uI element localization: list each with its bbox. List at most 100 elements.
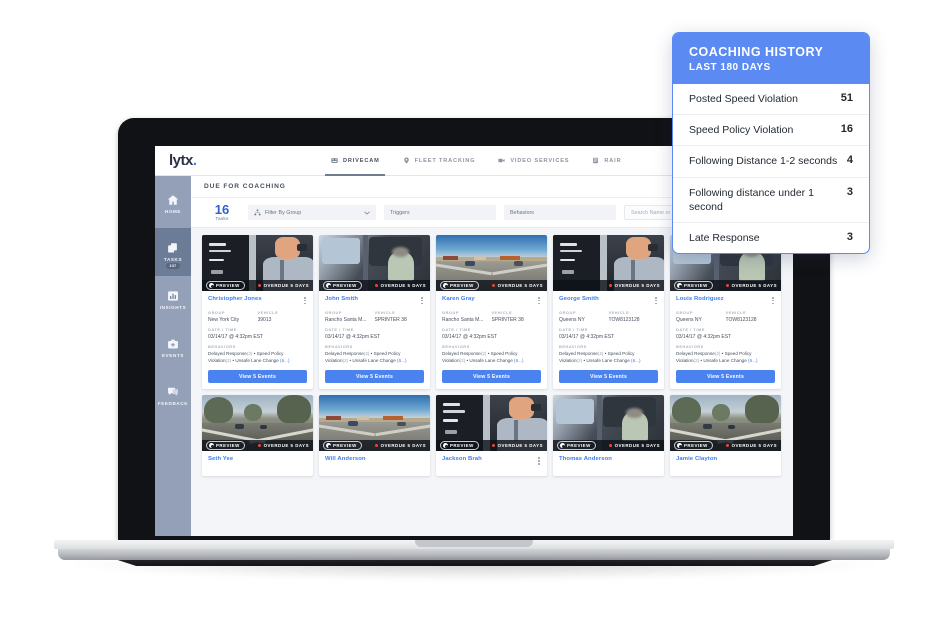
event-thumbnail[interactable]: OVERDUE 5 DAYS xyxy=(553,235,664,291)
page-title: DUE FOR COACHING xyxy=(204,183,286,190)
play-icon xyxy=(443,283,448,288)
view-events-button[interactable]: View 5 Events xyxy=(208,370,307,384)
play-icon xyxy=(443,443,448,449)
coaching-card[interactable]: PREVIEW OVERDUE 5 DAYS John Smith GROUP Ranc… xyxy=(319,235,430,390)
cards-scroll-region[interactable]: PREVIEW OVERDUE 5 DAYS Christopher Jones GR… xyxy=(191,228,793,536)
sidebar-item-feedback[interactable]: FEEDBACK xyxy=(155,372,191,420)
sidebar-item-tasks[interactable]: TASKS 237 xyxy=(155,228,191,276)
nav-item-fleet-tracking[interactable]: FLEET TRACKING xyxy=(391,146,487,176)
driver-name-link[interactable]: Will Anderson xyxy=(325,456,366,462)
driver-name-link[interactable]: Jamie Clayton xyxy=(676,456,717,462)
preview-button[interactable]: PREVIEW xyxy=(206,281,245,290)
card-menu-icon[interactable] xyxy=(420,296,424,305)
sidebar-item-home[interactable]: HOME xyxy=(155,180,191,228)
triggers-filter-label: Triggers xyxy=(390,209,410,216)
card-menu-icon[interactable] xyxy=(537,296,541,305)
coaching-card[interactable]: PREVIEW OVERDUE 5 DAYS Louis Rodriguez GROU… xyxy=(670,235,781,390)
event-thumbnail[interactable]: PREVIEW OVERDUE 5 DAYS xyxy=(202,235,313,291)
violation-count: 16 xyxy=(840,123,853,136)
view-events-button[interactable]: View 5 Events xyxy=(676,370,775,384)
overdue-label: OVERDUE 5 DAYS xyxy=(731,443,777,449)
preview-button[interactable]: PREVIEW xyxy=(206,441,245,451)
event-thumbnail[interactable]: PREVIEW OVERDUE 5 DAYS xyxy=(553,395,664,452)
sidebar-item-insights[interactable]: INSIGHTS xyxy=(155,276,191,324)
behaviors-label: BEHAVIORS xyxy=(208,344,236,350)
preview-button[interactable]: PREVIEW xyxy=(440,281,479,290)
preview-button[interactable]: PREVIEW xyxy=(674,441,713,451)
violation-label: Late Response xyxy=(689,231,760,244)
violation-label: Speed Policy Violation xyxy=(689,124,794,137)
event-thumbnail[interactable]: PREVIEW OVERDUE 5 DAYS xyxy=(319,395,430,452)
coaching-card[interactable]: PREVIEW OVERDUE 5 DAYS Will Anderson xyxy=(319,395,430,476)
event-thumbnail[interactable]: PREVIEW OVERDUE 5 DAYS xyxy=(436,235,547,291)
overdue-badge: OVERDUE 5 DAYS xyxy=(492,283,543,288)
event-thumbnail[interactable]: PREVIEW OVERDUE 5 DAYS xyxy=(202,395,313,452)
behaviors-label: BEHAVIORS xyxy=(676,344,704,350)
coaching-card[interactable]: OVERDUE 5 DAYS George Smith GROUP Queens NY… xyxy=(553,235,664,390)
card-menu-icon[interactable] xyxy=(654,296,658,305)
preview-button[interactable]: PREVIEW xyxy=(440,441,479,451)
coaching-card[interactable]: PREVIEW OVERDUE 5 DAYS Thomas Anderson xyxy=(553,395,664,476)
coaching-card[interactable]: PREVIEW OVERDUE 5 DAYS Karen Gray GROUP Ranc… xyxy=(436,235,547,390)
thumbnail-status-bar: PREVIEW OVERDUE 5 DAYS xyxy=(553,440,664,452)
sidebar-item-events[interactable]: EVENTS xyxy=(155,324,191,372)
overdue-label: OVERDUE 5 DAYS xyxy=(263,443,309,449)
card-menu-icon[interactable] xyxy=(303,296,307,305)
coaching-card[interactable]: PREVIEW OVERDUE 5 DAYS Seth Yee xyxy=(202,395,313,476)
filter-by-group-dropdown[interactable]: Filter By Group xyxy=(248,205,376,220)
driver-name-link[interactable]: John Smith xyxy=(325,296,358,302)
behaviors-value: Delayed Response(2) • Speed Policy Viola… xyxy=(442,350,524,363)
thumbnail-status-bar: PREVIEW OVERDUE 5 DAYS xyxy=(670,440,781,452)
nav-item-video-services[interactable]: VIDEO SERVICES xyxy=(486,146,580,176)
event-thumbnail[interactable]: PREVIEW OVERDUE 5 DAYS xyxy=(319,235,430,291)
event-thumbnail[interactable]: PREVIEW OVERDUE 5 DAYS xyxy=(670,395,781,452)
sidebar-badge: 237 xyxy=(165,263,181,269)
driver-name-link[interactable]: Karen Gray xyxy=(442,296,475,302)
preview-button[interactable]: PREVIEW xyxy=(323,281,362,290)
video-services-icon xyxy=(498,158,505,163)
laptop-drop-shadow xyxy=(70,562,880,580)
preview-label: PREVIEW xyxy=(684,283,708,288)
sidebar-item-label: INSIGHTS xyxy=(159,305,187,310)
driver-name-link[interactable]: Christopher Jones xyxy=(208,296,262,302)
sidebar-item-label: HOME xyxy=(164,209,182,214)
play-icon xyxy=(209,283,214,288)
card-menu-icon[interactable] xyxy=(537,456,541,465)
vehicle-value: TOW8123128 xyxy=(725,316,757,323)
group-value: New York City xyxy=(208,316,240,323)
preview-label: PREVIEW xyxy=(450,443,474,449)
datetime-label: DATE / TIME xyxy=(559,327,588,333)
view-events-button[interactable]: View 5 Events xyxy=(442,370,541,384)
violation-label: Following Distance 1-2 seconds xyxy=(689,155,838,168)
event-thumbnail[interactable]: PREVIEW OVERDUE 5 DAYS xyxy=(436,395,547,452)
datetime-value: 03/14/17 @ 4:32pm EST xyxy=(325,333,381,340)
thumbnail-status-bar: PREVIEW OVERDUE 5 DAYS xyxy=(436,280,547,291)
coaching-history-row: Late Response 3 xyxy=(673,223,869,253)
nav-item-rair[interactable]: RAIR xyxy=(580,146,632,176)
driver-name-link[interactable]: Louis Rodriguez xyxy=(676,296,724,302)
driver-name-link[interactable]: Jackson Brah xyxy=(442,456,482,462)
driver-name-link[interactable]: Seth Yee xyxy=(208,456,233,462)
coaching-card[interactable]: PREVIEW OVERDUE 5 DAYS Jamie Clayton xyxy=(670,395,781,476)
preview-label: PREVIEW xyxy=(333,283,357,288)
preview-button[interactable]: PREVIEW xyxy=(674,281,713,290)
triggers-filter[interactable]: Triggers xyxy=(384,205,496,220)
nav-item-drivecam[interactable]: DRIVECAM xyxy=(319,146,391,176)
violation-count: 51 xyxy=(840,92,853,104)
driver-name-link[interactable]: Thomas Anderson xyxy=(559,456,612,462)
tasks-counter: 16 Tasks xyxy=(204,203,240,222)
view-events-button[interactable]: View 5 Events xyxy=(559,370,658,384)
preview-button[interactable]: PREVIEW xyxy=(323,441,362,451)
play-icon xyxy=(326,443,331,449)
sidebar-item-label: EVENTS xyxy=(162,353,184,358)
coaching-card[interactable]: PREVIEW OVERDUE 5 DAYS Jackson Brah xyxy=(436,395,547,476)
view-events-button[interactable]: View 5 Events xyxy=(325,370,424,384)
driver-name-link[interactable]: George Smith xyxy=(559,296,599,302)
card-menu-icon[interactable] xyxy=(771,296,775,305)
behaviors-filter[interactable]: Behaviors xyxy=(504,205,616,220)
datetime-value: 03/14/17 @ 4:32pm EST xyxy=(676,333,732,340)
laptop-notch xyxy=(415,540,533,547)
preview-button[interactable]: PREVIEW xyxy=(557,441,596,451)
coaching-card[interactable]: PREVIEW OVERDUE 5 DAYS Christopher Jones GR… xyxy=(202,235,313,390)
view-events-label: View 5 Events xyxy=(472,373,511,380)
